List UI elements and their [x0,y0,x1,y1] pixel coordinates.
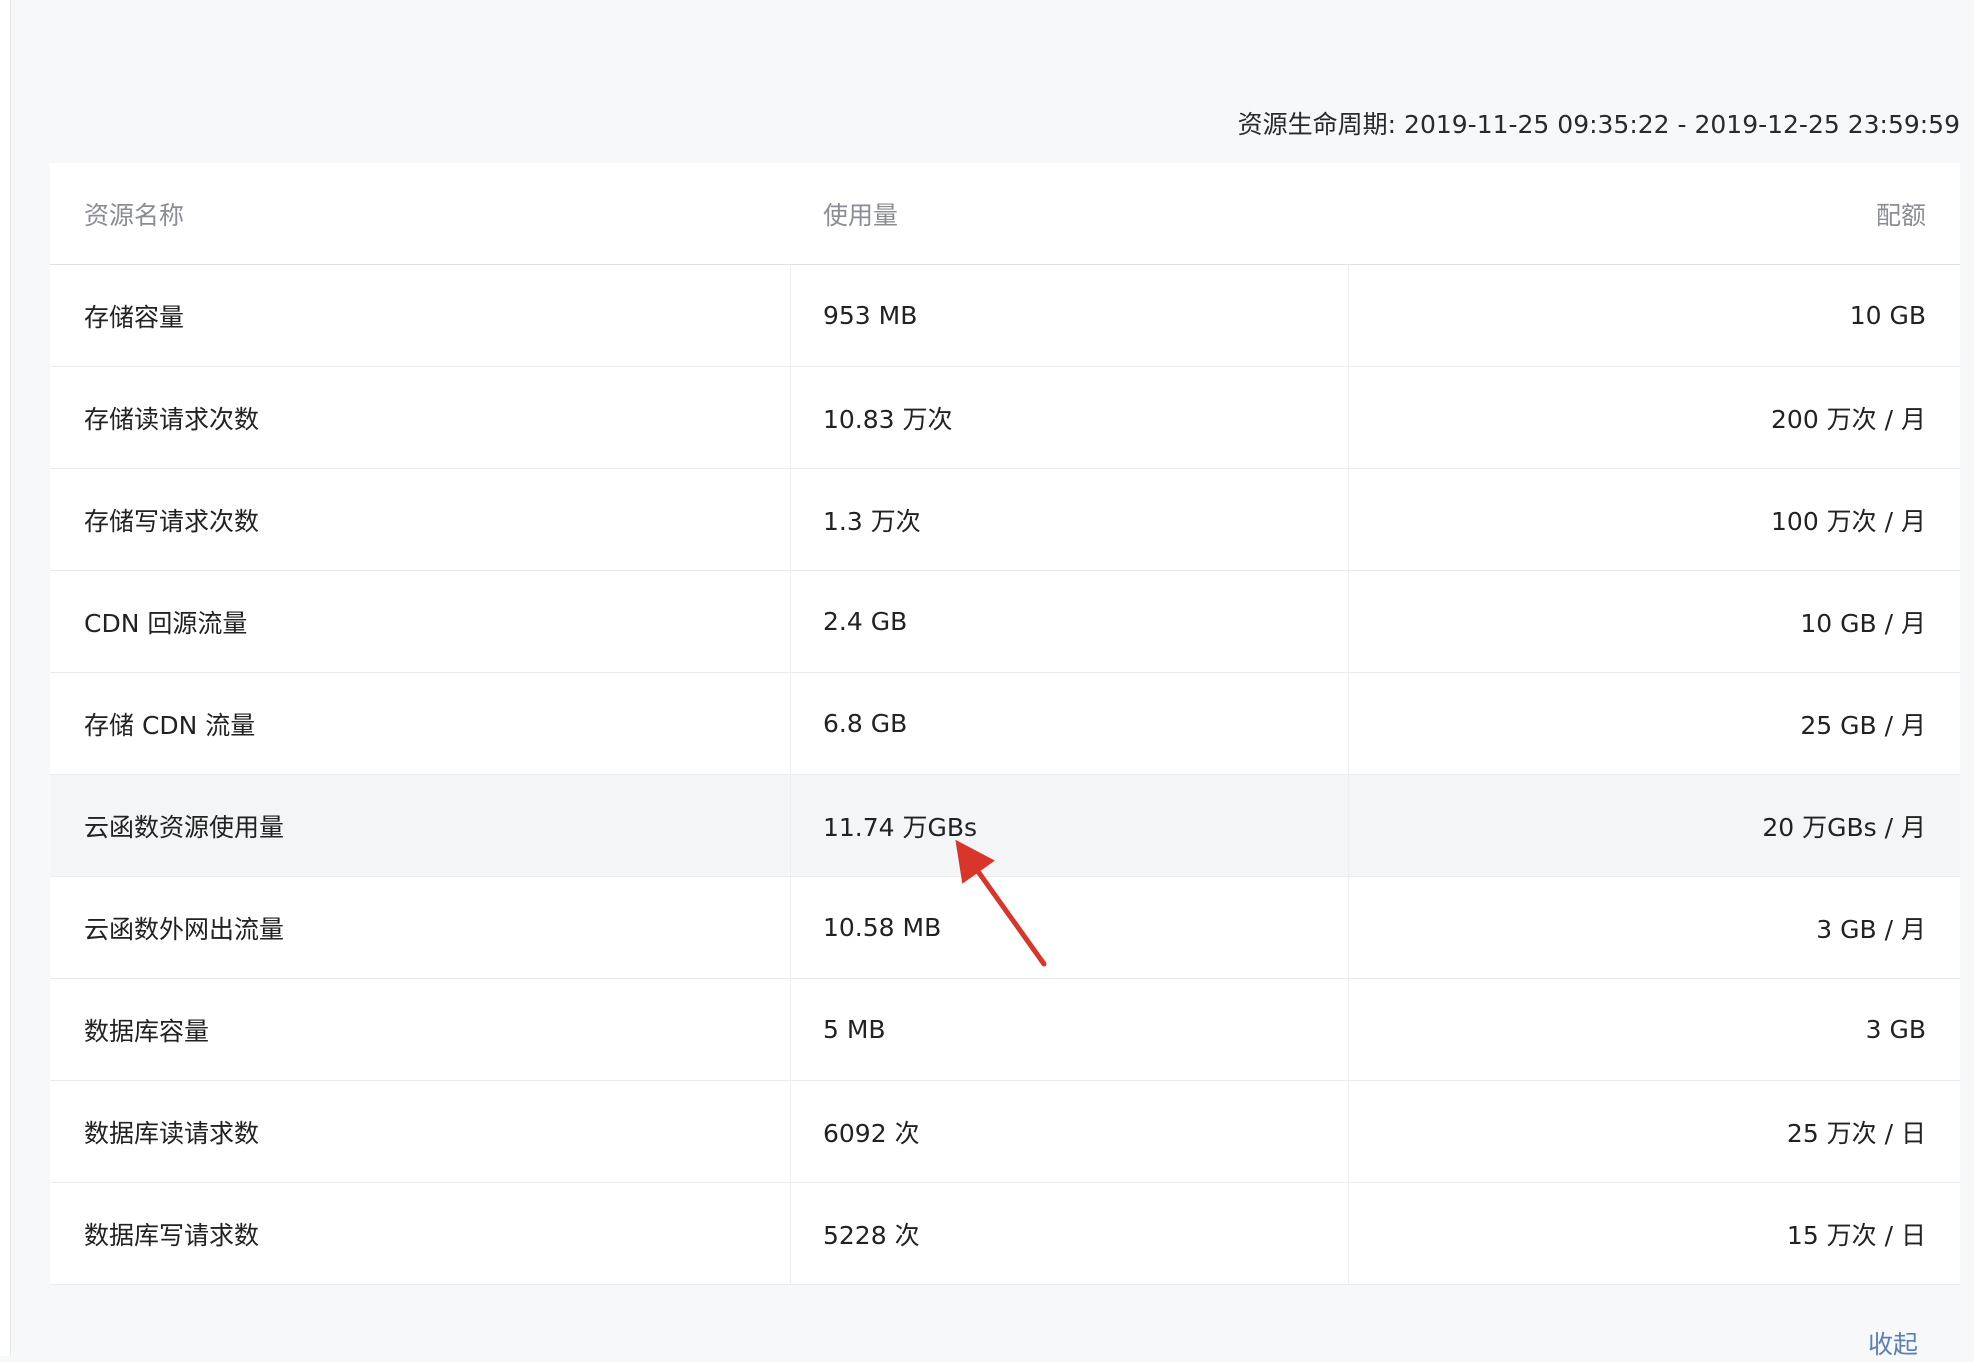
table-header: 资源名称 使用量 配额 [50,163,1960,265]
table-row: 存储容量 953 MB 10 GB [50,265,1960,367]
usage-value: 1.3 万次 [791,469,1349,570]
resource-name: CDN 回源流量 [50,571,791,672]
resource-name: 云函数资源使用量 [50,775,791,876]
usage-value: 5 MB [791,979,1349,1080]
usage-value: 10.83 万次 [791,367,1349,468]
usage-value: 6.8 GB [791,673,1349,774]
resource-name: 数据库容量 [50,979,791,1080]
lifecycle-label: 资源生命周期: [1237,110,1397,139]
table-row: 数据库容量 5 MB 3 GB [50,979,1960,1081]
header-usage: 使用量 [823,200,899,230]
resource-name: 存储写请求次数 [50,469,791,570]
table-row: CDN 回源流量 2.4 GB 10 GB / 月 [50,571,1960,673]
quota-value: 3 GB / 月 [1816,914,1926,944]
resource-usage-table: 资源名称 使用量 配额 存储容量 953 MB 10 GB 存储读请求次数 10… [50,163,1960,1285]
lifecycle-range: 2019-11-25 09:35:22 - 2019-12-25 23:59:5… [1404,110,1960,139]
quota-value: 20 万GBs / 月 [1762,812,1926,842]
quota-value: 25 GB / 月 [1800,710,1926,740]
resource-name: 数据库读请求数 [50,1081,791,1182]
usage-value: 11.74 万GBs [791,775,1349,876]
header-quota: 配额 [1875,200,1926,230]
resource-name: 存储容量 [50,265,791,366]
left-rail [0,0,11,1356]
table-row: 存储读请求次数 10.83 万次 200 万次 / 月 [50,367,1960,469]
collapse-link[interactable]: 收起 [1868,1328,1918,1362]
quota-value: 10 GB / 月 [1800,608,1926,638]
usage-value: 10.58 MB [791,877,1349,978]
table-row: 数据库读请求数 6092 次 25 万次 / 日 [50,1081,1960,1183]
resource-name: 存储读请求次数 [50,367,791,468]
usage-value: 953 MB [791,265,1349,366]
usage-value: 2.4 GB [791,571,1349,672]
resource-name: 云函数外网出流量 [50,877,791,978]
table-row: 数据库写请求数 5228 次 15 万次 / 日 [50,1183,1960,1285]
resource-lifecycle: 资源生命周期: 2019-11-25 09:35:22 - 2019-12-25… [1238,108,1960,142]
table-row: 存储写请求次数 1.3 万次 100 万次 / 月 [50,469,1960,571]
header-resource-name: 资源名称 [84,200,185,230]
quota-value: 200 万次 / 月 [1771,404,1926,434]
quota-value: 10 GB [1849,301,1926,330]
table-row-highlighted: 云函数资源使用量 11.74 万GBs 20 万GBs / 月 [50,775,1960,877]
quota-value: 15 万次 / 日 [1786,1220,1926,1250]
table-row: 存储 CDN 流量 6.8 GB 25 GB / 月 [50,673,1960,775]
table-row: 云函数外网出流量 10.58 MB 3 GB / 月 [50,877,1960,979]
resource-name: 数据库写请求数 [50,1183,791,1284]
usage-value: 6092 次 [791,1081,1349,1182]
quota-value: 3 GB [1865,1015,1926,1044]
usage-value: 5228 次 [791,1183,1349,1284]
quota-value: 25 万次 / 日 [1786,1118,1926,1148]
resource-name: 存储 CDN 流量 [50,673,791,774]
quota-value: 100 万次 / 月 [1771,506,1926,536]
